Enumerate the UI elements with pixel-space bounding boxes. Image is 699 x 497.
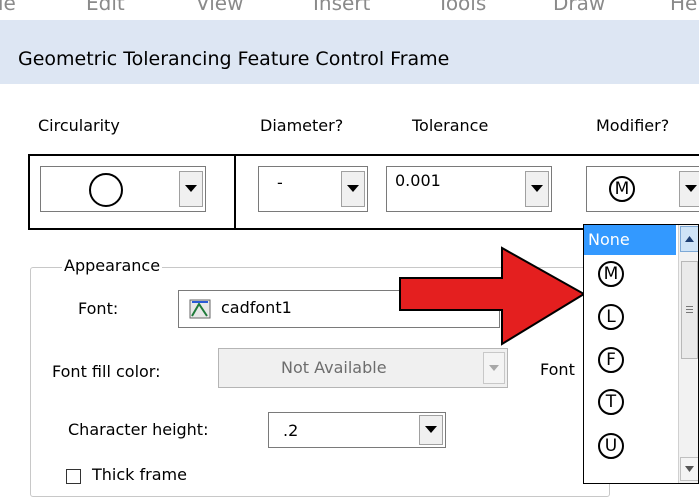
chevron-down-icon	[425, 426, 437, 433]
chevron-down-icon	[685, 185, 697, 192]
chevron-up-icon	[685, 236, 694, 242]
dropdown-option-m[interactable]: M	[598, 261, 628, 291]
thick-frame-checkbox[interactable]	[66, 469, 81, 484]
chevron-down-icon	[531, 185, 543, 192]
font-value: cadfont1	[221, 298, 292, 317]
scroll-down-button[interactable]	[680, 457, 698, 481]
dropdown-option-f[interactable]: F	[598, 347, 628, 377]
modifier-combo[interactable]: M	[586, 166, 699, 212]
thick-frame-label: Thick frame	[92, 465, 187, 484]
character-height-combo[interactable]: .2	[268, 412, 446, 448]
tolerance-column-label: Tolerance	[412, 116, 489, 135]
scroll-up-button[interactable]	[680, 226, 698, 252]
font-label: Font:	[78, 299, 119, 318]
dropdown-option-l[interactable]: L	[598, 304, 628, 334]
dialog-title: Geometric Tolerancing Feature Control Fr…	[18, 48, 450, 70]
menu-bar: le Edit View Insert Tools Draw He	[0, 0, 699, 20]
chevron-down-icon	[347, 185, 359, 192]
modifier-l-icon: L	[598, 304, 624, 330]
scroll-thumb[interactable]	[681, 261, 698, 359]
diameter-combo[interactable]: -	[258, 166, 368, 212]
chevron-down-icon	[685, 466, 694, 472]
menu-item-tools[interactable]: Tools	[437, 0, 486, 15]
modifier-m-icon: M	[609, 176, 635, 202]
font-fill-color-combo[interactable]: Not Available	[218, 348, 508, 388]
modifier-m-icon: M	[598, 261, 624, 287]
option-f-letter: F	[606, 349, 616, 370]
modifier-value: M	[614, 178, 630, 199]
modifier-dropdown-list: None M L F T U	[583, 224, 699, 484]
menu-item-view[interactable]: View	[196, 0, 243, 15]
option-u-letter: U	[604, 435, 618, 456]
tolerance-value: 0.001	[395, 171, 441, 190]
symbol-combo[interactable]	[40, 166, 206, 212]
dropdown-option-u[interactable]: U	[598, 433, 628, 463]
menu-item-insert[interactable]: Insert	[313, 0, 370, 15]
menu-item-file[interactable]: le	[0, 0, 16, 15]
menu-item-help[interactable]: He	[670, 0, 697, 15]
diameter-dropdown-button[interactable]	[341, 171, 365, 207]
symbol-dropdown-button[interactable]	[179, 171, 203, 207]
chevron-down-icon	[185, 185, 197, 192]
tolerance-dropdown-button[interactable]	[525, 171, 549, 207]
symbol-column-label: Circularity	[38, 116, 120, 135]
circle-icon	[89, 173, 123, 207]
modifier-t-icon: T	[598, 389, 624, 415]
diameter-column-label: Diameter?	[260, 116, 344, 135]
dropdown-option-t[interactable]: T	[598, 389, 628, 419]
modifier-u-icon: U	[598, 433, 624, 459]
cad-font-icon	[189, 299, 211, 319]
option-m-letter: M	[603, 263, 619, 284]
character-height-dropdown-button[interactable]	[419, 415, 443, 445]
modifier-dropdown-button[interactable]	[679, 171, 699, 207]
menu-item-edit[interactable]: Edit	[86, 0, 125, 15]
modifier-column-label: Modifier?	[596, 116, 670, 135]
tolerance-combo[interactable]: 0.001	[386, 166, 552, 212]
character-height-label: Character height:	[68, 420, 209, 439]
menu-item-draw[interactable]: Draw	[553, 0, 605, 15]
modifier-f-icon: F	[598, 347, 624, 373]
option-t-letter: T	[605, 391, 617, 412]
option-l-letter: L	[606, 306, 616, 327]
font-fill-color-dropdown-button[interactable]	[483, 352, 505, 384]
font-right-label: Font	[540, 360, 575, 379]
appearance-group-label: Appearance	[62, 256, 163, 275]
font-fill-color-label: Font fill color:	[52, 362, 161, 381]
diameter-value: -	[277, 173, 283, 192]
character-height-value: .2	[283, 421, 299, 440]
font-fill-color-value: Not Available	[281, 358, 387, 377]
dropdown-option-none[interactable]: None	[584, 225, 676, 255]
dropdown-scrollbar[interactable]	[678, 225, 698, 483]
red-arrow-icon	[399, 246, 586, 346]
chevron-down-icon	[489, 364, 499, 371]
